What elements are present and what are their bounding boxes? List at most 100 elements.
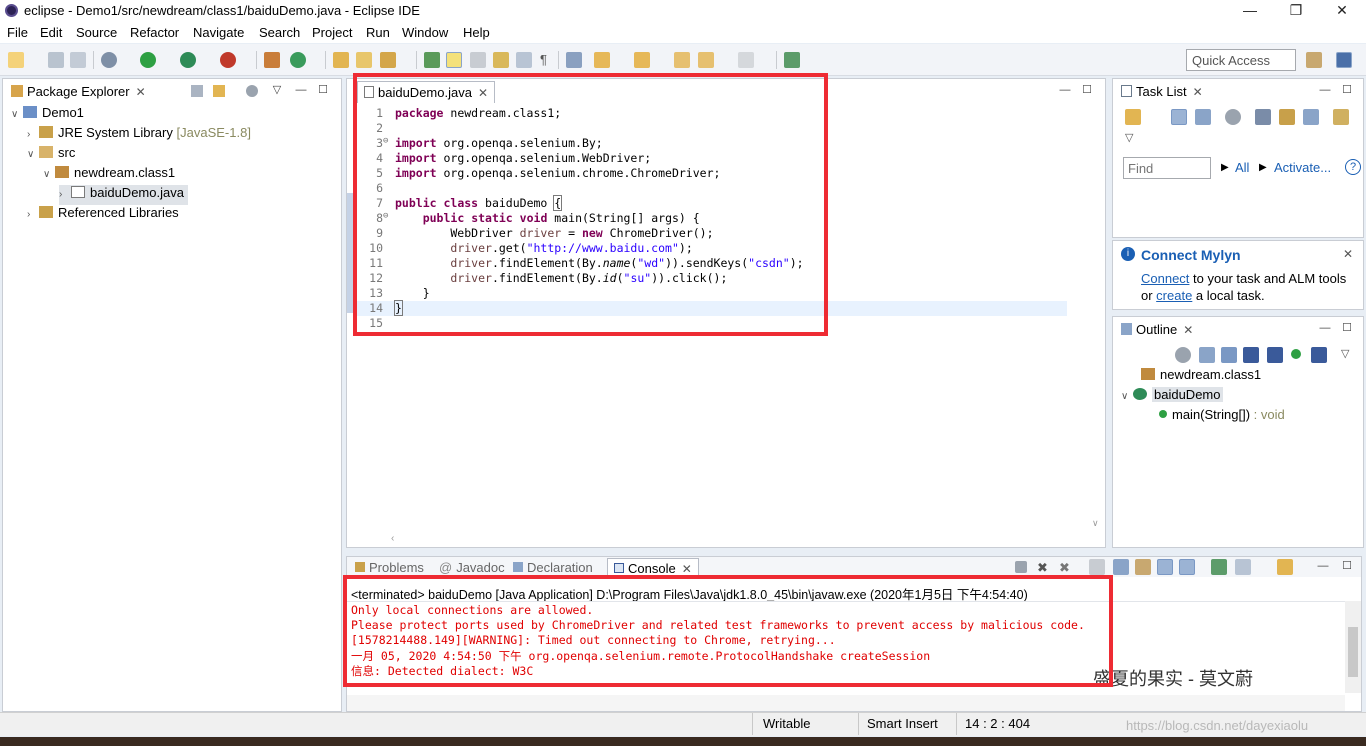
next-edit-icon[interactable] (594, 52, 610, 68)
search-icon[interactable] (380, 52, 396, 68)
focus-icon[interactable] (1175, 347, 1191, 363)
minimize-view-icon[interactable]: — (1317, 561, 1329, 573)
save-all-icon[interactable] (70, 52, 86, 68)
minimize-view-icon[interactable]: — (1319, 323, 1331, 335)
code-editor[interactable]: 1 package newdream.class1; 2 3 ⊖ import org… (355, 105, 1067, 331)
tab-baidudemo-java[interactable]: baiduDemo.java ✕ (357, 81, 496, 103)
menu-run[interactable]: Run (366, 25, 390, 40)
external-tools-icon[interactable] (220, 52, 236, 68)
outline-item-package[interactable]: newdream.class1 (1141, 367, 1261, 387)
show-whitespace-icon[interactable] (516, 52, 532, 68)
minimize-button[interactable]: — (1240, 2, 1260, 20)
vertical-scrollbar[interactable]: ∨ (1089, 105, 1105, 531)
remove-all-icon[interactable]: ✖ (1059, 560, 1075, 576)
activate-link[interactable]: Activate... (1274, 160, 1331, 175)
menu-file[interactable]: File (7, 25, 28, 40)
open-perspective-icon[interactable] (1306, 52, 1322, 68)
quick-access-input[interactable]: Quick Access (1186, 49, 1296, 71)
open-folder-icon[interactable] (356, 52, 372, 68)
menu-navigate[interactable]: Navigate (193, 25, 244, 40)
new-class-icon[interactable] (290, 52, 306, 68)
back-icon[interactable] (698, 52, 714, 68)
tab-task-list[interactable]: Task List ✕ (1113, 79, 1211, 103)
collapse-all-icon[interactable] (1303, 109, 1319, 125)
restore-button[interactable]: ❐ (1286, 2, 1306, 20)
chevron-down-icon[interactable]: ∨ (1121, 391, 1133, 402)
chevron-down-icon[interactable]: ∨ (11, 109, 23, 120)
chevron-down-icon[interactable]: ∨ (27, 149, 39, 160)
debug-icon[interactable] (101, 52, 117, 68)
close-icon[interactable]: ✕ (682, 562, 692, 576)
collapse-all-icon[interactable] (1199, 347, 1215, 363)
view-menu-icon[interactable]: ▽ (271, 85, 283, 97)
hide-local-types-icon[interactable] (1311, 347, 1327, 363)
collapse-all-icon[interactable] (191, 85, 203, 97)
scrollbar-thumb[interactable] (1348, 627, 1358, 677)
clear-console-icon[interactable] (1089, 559, 1105, 575)
view-menu-icon[interactable]: ▽ (1125, 131, 1133, 144)
coverage-icon[interactable] (180, 52, 196, 68)
tree-item-referenced-libraries[interactable]: › Referenced Libraries (27, 205, 179, 225)
help-icon[interactable]: ? (1345, 159, 1361, 175)
task-find-input[interactable] (1123, 157, 1211, 179)
focus-icon[interactable] (246, 85, 258, 97)
chevron-right-icon[interactable]: › (59, 189, 71, 200)
menu-window[interactable]: Window (402, 25, 448, 40)
tab-declaration[interactable]: Declaration (513, 560, 593, 575)
next-annotation-icon[interactable] (424, 52, 440, 68)
minimize-view-icon[interactable]: — (295, 85, 307, 97)
hide-nonpublic-icon[interactable] (1291, 349, 1301, 359)
synchronize-icon[interactable] (1279, 109, 1295, 125)
all-link[interactable]: All (1235, 160, 1249, 175)
menu-project[interactable]: Project (312, 25, 352, 40)
terminate-icon[interactable] (1015, 561, 1027, 573)
pin-editor-icon[interactable] (784, 52, 800, 68)
maximize-view-icon[interactable]: ☐ (1081, 85, 1093, 97)
connect-link[interactable]: Connect (1141, 271, 1189, 286)
tree-item-jre[interactable]: › JRE System Library [JavaSE-1.8] (27, 125, 251, 145)
create-link[interactable]: create (1156, 288, 1192, 303)
minimize-view-icon[interactable]: — (1059, 85, 1071, 97)
close-icon[interactable]: ✕ (136, 85, 146, 99)
maximize-view-icon[interactable]: ☐ (317, 85, 329, 97)
scheduled-icon[interactable] (1195, 109, 1211, 125)
tab-problems[interactable]: Problems (355, 560, 424, 575)
pilcrow-icon[interactable]: ¶ (540, 52, 556, 68)
minimize-view-icon[interactable]: — (1319, 85, 1331, 97)
chevron-right-icon[interactable]: › (27, 129, 39, 140)
horizontal-scrollbar[interactable]: ‹ (387, 533, 1087, 547)
maximize-view-icon[interactable]: ☐ (1341, 323, 1353, 335)
link-with-editor-icon[interactable] (213, 85, 225, 97)
toggle-mark-occurrences-icon[interactable] (446, 52, 462, 68)
tab-package-explorer[interactable]: Package Explorer ✕ (3, 79, 154, 103)
close-icon[interactable]: ✕ (1193, 85, 1203, 99)
previous-edit-icon[interactable] (634, 52, 650, 68)
maximize-view-icon[interactable]: ☐ (1341, 85, 1353, 97)
new-icon[interactable] (8, 52, 24, 68)
tree-item-package[interactable]: ∨ newdream.class1 (43, 165, 175, 185)
word-wrap-icon[interactable] (1135, 559, 1151, 575)
menu-help[interactable]: Help (463, 25, 490, 40)
new-java-project-icon[interactable] (264, 52, 280, 68)
focus-icon[interactable] (1225, 109, 1241, 125)
java-perspective-icon[interactable] (1336, 52, 1352, 68)
categorized-icon[interactable] (1171, 109, 1187, 125)
view-menu-icon[interactable]: ▽ (1341, 347, 1349, 360)
save-icon[interactable] (48, 52, 64, 68)
show-console-stdout-icon[interactable] (1157, 559, 1173, 575)
close-icon[interactable]: ✕ (478, 86, 488, 100)
forward-icon[interactable] (738, 52, 754, 68)
tab-javadoc[interactable]: @ Javadoc (439, 560, 505, 575)
toggle-block-icon[interactable] (470, 52, 486, 68)
show-console-stderr-icon[interactable] (1179, 559, 1195, 575)
maximize-view-icon[interactable]: ☐ (1341, 561, 1353, 573)
chevron-down-icon[interactable]: ∨ (43, 169, 55, 180)
last-edit-location-icon[interactable] (674, 52, 690, 68)
open-console-icon[interactable] (1277, 559, 1293, 575)
remove-launch-icon[interactable]: ✖ (1037, 560, 1053, 576)
console-horizontal-scrollbar[interactable] (347, 695, 1345, 711)
tree-item-demo1[interactable]: ∨ Demo1 (11, 105, 84, 125)
task-repositories-icon[interactable] (1333, 109, 1349, 125)
console-vertical-scrollbar[interactable] (1345, 601, 1361, 693)
menu-search[interactable]: Search (259, 25, 300, 40)
